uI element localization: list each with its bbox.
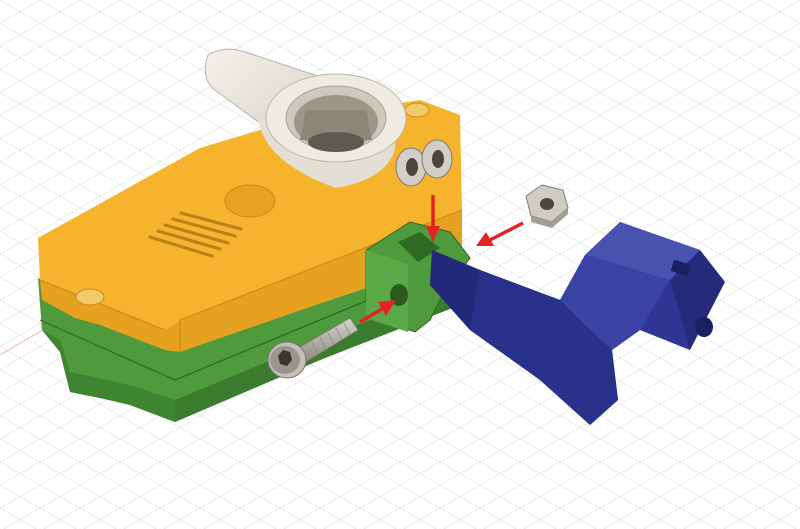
pivot-hole-icon bbox=[695, 317, 713, 337]
cad-model-canvas[interactable] bbox=[0, 0, 800, 529]
mount-hole-icon bbox=[75, 288, 105, 306]
mount-hole-icon bbox=[404, 102, 430, 118]
cad-viewport[interactable] bbox=[0, 0, 800, 529]
recess bbox=[224, 184, 276, 218]
